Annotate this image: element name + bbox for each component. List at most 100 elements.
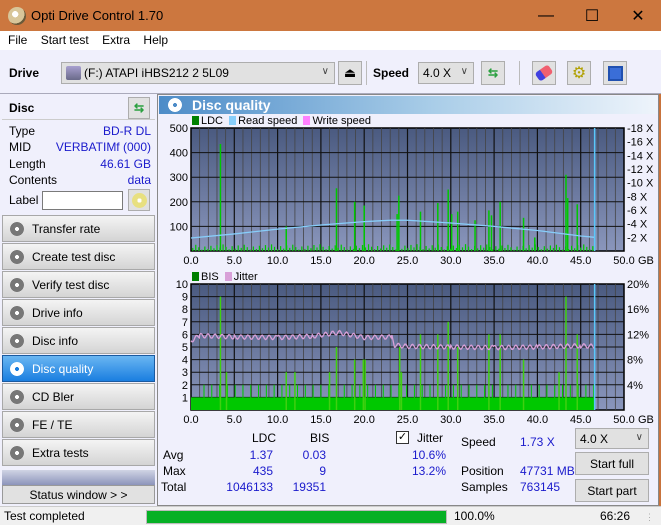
stats-total-label: Total xyxy=(161,480,187,494)
ldc-y2-tick: -6 X xyxy=(627,205,648,217)
toolbar-separator xyxy=(519,61,520,85)
progress-fill xyxy=(147,511,446,523)
stats-avg-bis: 0.03 xyxy=(302,448,326,462)
bis-y-tick: 10 xyxy=(176,279,188,291)
nav-item-create-test-disc[interactable]: Create test disc xyxy=(2,243,155,270)
nav-item-extra-tests[interactable]: Extra tests xyxy=(2,439,155,466)
samples-value: 763145 xyxy=(520,480,561,494)
menu-start-test[interactable]: Start test xyxy=(33,31,89,47)
disc-type-value: BD-R DL xyxy=(102,124,151,138)
nav-item-disc-quality[interactable]: Disc quality xyxy=(2,355,155,382)
bis-x-tick: 15.0 xyxy=(310,414,331,425)
start-full-button[interactable]: Start full xyxy=(575,452,649,475)
disc-title: Disc xyxy=(9,101,35,115)
speed-select[interactable]: 4.0 X ∨ xyxy=(418,62,474,84)
nav-item-disc-info[interactable]: Disc info xyxy=(2,327,155,354)
nav-item-cd-bler[interactable]: CD Bler xyxy=(2,383,155,410)
refresh-icon: ⇆ xyxy=(133,101,145,115)
refresh-button[interactable]: ⇆ xyxy=(481,61,505,85)
drive-icon xyxy=(66,66,81,80)
bis-x-tick: 25.0 xyxy=(397,414,418,425)
nav-item-label: Transfer rate xyxy=(32,222,101,236)
nav-item-transfer-rate[interactable]: Transfer rate xyxy=(2,215,155,242)
ldc-y-tick: 100 xyxy=(170,221,188,233)
status-text: Test completed xyxy=(4,509,85,523)
nav-item-fe-te[interactable]: FE / TE xyxy=(2,411,155,438)
ldc-y2-tick: -2 X xyxy=(627,232,648,244)
maximize-button[interactable]: ☐ xyxy=(569,0,615,31)
save-button[interactable] xyxy=(603,61,627,85)
bis-y-tick: 4 xyxy=(182,355,188,367)
menu-help[interactable]: Help xyxy=(135,31,168,47)
nav-item-label: Extra tests xyxy=(32,446,89,460)
stats-max-jitter: 13.2% xyxy=(412,464,447,478)
nav-item-verify-test-disc[interactable]: Verify test disc xyxy=(2,271,155,298)
jitter-checkbox[interactable]: ✓ xyxy=(396,431,409,444)
stats-bis-header: BIS xyxy=(310,431,330,445)
ldc-y2-tick: -4 X xyxy=(627,219,648,231)
bis-y-tick: 8 xyxy=(182,304,188,316)
stats-total-bis: 19351 xyxy=(292,480,326,494)
nav-spacer xyxy=(2,470,155,486)
bis-y2-tick: 16% xyxy=(627,304,649,316)
settings-button[interactable]: ⚙ xyxy=(567,61,591,85)
ldc-y2-tick: -18 X xyxy=(627,123,654,135)
disc-icon xyxy=(10,278,24,292)
left-panel: Disc ⇆ Type BD-R DL MID VERBATIMf (000) … xyxy=(0,94,157,506)
erase-button[interactable] xyxy=(532,61,556,85)
nav-item-label: CD Bler xyxy=(32,390,75,404)
nav-item-label: FE / TE xyxy=(32,418,73,432)
ldc-y-tick: 200 xyxy=(170,197,188,209)
bis-x-tick: 30.0 xyxy=(440,414,461,425)
close-button[interactable]: ✕ xyxy=(615,0,661,31)
eject-button[interactable]: ⏏ xyxy=(338,61,362,85)
position-value: 47731 MB xyxy=(520,464,575,478)
start-part-button[interactable]: Start part xyxy=(575,479,649,502)
disc-contents-row: Contents data xyxy=(9,173,151,190)
ldc-y2-tick: -16 X xyxy=(627,137,654,149)
speed-stat-label: Speed xyxy=(461,435,496,449)
ldc-y-tick: 400 xyxy=(170,148,188,160)
nav-item-label: Disc quality xyxy=(32,362,94,376)
nav-item-label: Disc info xyxy=(32,334,79,348)
ldc-y-tick: 300 xyxy=(170,172,188,184)
bis-y-tick: 1 xyxy=(182,392,188,404)
test-speed-select[interactable]: 4.0 X ∨ xyxy=(575,428,649,449)
chevron-down-icon: ∨ xyxy=(321,66,329,77)
ldc-x-tick: 35.0 xyxy=(483,255,504,267)
test-speed-value: 4.0 X xyxy=(580,432,609,446)
disc-icon xyxy=(131,192,147,208)
bis-y-tick: 5 xyxy=(182,342,188,354)
window-title: Opti Drive Control 1.70 xyxy=(31,8,164,23)
drive-select[interactable]: (F:) ATAPI iHBS212 2 5L09 ∨ xyxy=(61,62,335,84)
stats-avg-jitter: 10.6% xyxy=(412,448,447,462)
settings-icon: ⚙ xyxy=(571,65,587,82)
bis-x-tick: 35.0 xyxy=(483,414,504,425)
stats-max-bis: 9 xyxy=(319,464,326,478)
disc-header: Disc ⇆ xyxy=(2,96,155,120)
status-window-button[interactable]: Status window > > xyxy=(2,485,155,504)
eraser-icon xyxy=(534,64,554,82)
disc-label-button[interactable] xyxy=(128,189,150,211)
progress-bar xyxy=(146,510,447,524)
toolbar-separator xyxy=(366,61,367,85)
speed-stat-value: 1.73 X xyxy=(520,435,555,449)
disc-mid-row: MID VERBATIMf (000) xyxy=(9,140,151,157)
ldc-y2-tick: -8 X xyxy=(627,191,648,203)
minimize-button[interactable]: — xyxy=(523,0,569,31)
drive-select-value: (F:) ATAPI iHBS212 2 5L09 xyxy=(84,66,229,80)
nav-item-drive-info[interactable]: Drive info xyxy=(2,299,155,326)
disc-quality-panel: Disc quality LDC Read speed Write speed … xyxy=(157,94,659,506)
bis-y2-tick: 12% xyxy=(627,329,649,341)
progress-label: 100.0% xyxy=(454,509,495,523)
disc-type-row: Type BD-R DL xyxy=(9,124,151,141)
menu-file[interactable]: File xyxy=(0,31,27,47)
resize-grip-icon[interactable]: ⋮ xyxy=(645,512,654,523)
bis-x-tick: 45.0 xyxy=(570,414,591,425)
menu-extra[interactable]: Extra xyxy=(94,31,130,47)
disc-refresh-button[interactable]: ⇆ xyxy=(128,97,150,119)
app-icon xyxy=(8,7,26,25)
disc-label-input[interactable] xyxy=(42,191,123,210)
disc-icon xyxy=(10,250,24,264)
disc-type-label: Type xyxy=(9,124,36,138)
